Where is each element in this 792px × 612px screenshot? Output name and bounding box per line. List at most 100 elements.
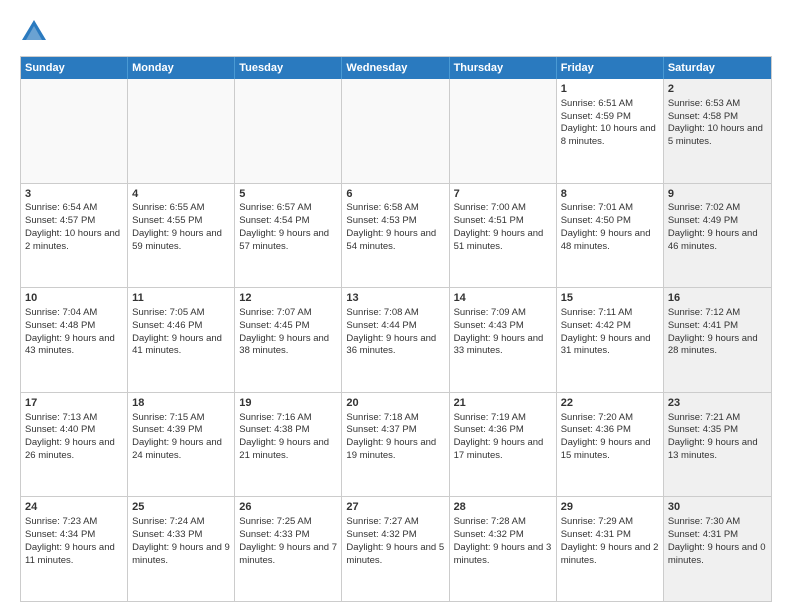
day-number: 14 <box>454 291 552 306</box>
day-info: Sunrise: 6:57 AM Sunset: 4:54 PM Dayligh… <box>239 202 329 251</box>
day-number: 22 <box>561 396 659 411</box>
empty-cell-0-2 <box>235 79 342 183</box>
day-cell-7: 7Sunrise: 7:00 AM Sunset: 4:51 PM Daylig… <box>450 184 557 288</box>
day-cell-14: 14Sunrise: 7:09 AM Sunset: 4:43 PM Dayli… <box>450 288 557 392</box>
page: SundayMondayTuesdayWednesdayThursdayFrid… <box>0 0 792 612</box>
day-info: Sunrise: 7:04 AM Sunset: 4:48 PM Dayligh… <box>25 307 115 356</box>
day-cell-27: 27Sunrise: 7:27 AM Sunset: 4:32 PM Dayli… <box>342 497 449 601</box>
day-cell-20: 20Sunrise: 7:18 AM Sunset: 4:37 PM Dayli… <box>342 393 449 497</box>
day-info: Sunrise: 7:16 AM Sunset: 4:38 PM Dayligh… <box>239 412 329 461</box>
day-info: Sunrise: 7:07 AM Sunset: 4:45 PM Dayligh… <box>239 307 329 356</box>
day-number: 13 <box>346 291 444 306</box>
empty-cell-0-3 <box>342 79 449 183</box>
header <box>20 18 772 46</box>
day-info: Sunrise: 7:01 AM Sunset: 4:50 PM Dayligh… <box>561 202 651 251</box>
day-cell-18: 18Sunrise: 7:15 AM Sunset: 4:39 PM Dayli… <box>128 393 235 497</box>
day-number: 27 <box>346 500 444 515</box>
day-cell-26: 26Sunrise: 7:25 AM Sunset: 4:33 PM Dayli… <box>235 497 342 601</box>
day-info: Sunrise: 7:21 AM Sunset: 4:35 PM Dayligh… <box>668 412 758 461</box>
weekday-header-wednesday: Wednesday <box>342 57 449 79</box>
day-info: Sunrise: 6:53 AM Sunset: 4:58 PM Dayligh… <box>668 98 763 147</box>
day-number: 9 <box>668 187 767 202</box>
calendar-row-1: 3Sunrise: 6:54 AM Sunset: 4:57 PM Daylig… <box>21 183 771 288</box>
day-info: Sunrise: 7:27 AM Sunset: 4:32 PM Dayligh… <box>346 516 444 565</box>
day-info: Sunrise: 6:54 AM Sunset: 4:57 PM Dayligh… <box>25 202 120 251</box>
day-info: Sunrise: 7:05 AM Sunset: 4:46 PM Dayligh… <box>132 307 222 356</box>
day-number: 23 <box>668 396 767 411</box>
day-info: Sunrise: 7:11 AM Sunset: 4:42 PM Dayligh… <box>561 307 651 356</box>
day-cell-11: 11Sunrise: 7:05 AM Sunset: 4:46 PM Dayli… <box>128 288 235 392</box>
day-number: 3 <box>25 187 123 202</box>
day-info: Sunrise: 7:09 AM Sunset: 4:43 PM Dayligh… <box>454 307 544 356</box>
day-info: Sunrise: 7:25 AM Sunset: 4:33 PM Dayligh… <box>239 516 337 565</box>
day-cell-5: 5Sunrise: 6:57 AM Sunset: 4:54 PM Daylig… <box>235 184 342 288</box>
day-number: 30 <box>668 500 767 515</box>
day-number: 28 <box>454 500 552 515</box>
day-cell-13: 13Sunrise: 7:08 AM Sunset: 4:44 PM Dayli… <box>342 288 449 392</box>
day-cell-30: 30Sunrise: 7:30 AM Sunset: 4:31 PM Dayli… <box>664 497 771 601</box>
day-info: Sunrise: 7:19 AM Sunset: 4:36 PM Dayligh… <box>454 412 544 461</box>
day-cell-1: 1Sunrise: 6:51 AM Sunset: 4:59 PM Daylig… <box>557 79 664 183</box>
empty-cell-0-4 <box>450 79 557 183</box>
day-number: 25 <box>132 500 230 515</box>
day-info: Sunrise: 7:29 AM Sunset: 4:31 PM Dayligh… <box>561 516 659 565</box>
day-number: 10 <box>25 291 123 306</box>
day-number: 11 <box>132 291 230 306</box>
calendar-row-3: 17Sunrise: 7:13 AM Sunset: 4:40 PM Dayli… <box>21 392 771 497</box>
day-cell-25: 25Sunrise: 7:24 AM Sunset: 4:33 PM Dayli… <box>128 497 235 601</box>
day-info: Sunrise: 7:12 AM Sunset: 4:41 PM Dayligh… <box>668 307 758 356</box>
day-info: Sunrise: 6:58 AM Sunset: 4:53 PM Dayligh… <box>346 202 436 251</box>
day-cell-24: 24Sunrise: 7:23 AM Sunset: 4:34 PM Dayli… <box>21 497 128 601</box>
day-info: Sunrise: 7:30 AM Sunset: 4:31 PM Dayligh… <box>668 516 766 565</box>
day-cell-8: 8Sunrise: 7:01 AM Sunset: 4:50 PM Daylig… <box>557 184 664 288</box>
logo <box>20 18 52 46</box>
day-number: 29 <box>561 500 659 515</box>
day-info: Sunrise: 7:20 AM Sunset: 4:36 PM Dayligh… <box>561 412 651 461</box>
day-number: 19 <box>239 396 337 411</box>
calendar-row-2: 10Sunrise: 7:04 AM Sunset: 4:48 PM Dayli… <box>21 287 771 392</box>
calendar: SundayMondayTuesdayWednesdayThursdayFrid… <box>20 56 772 602</box>
day-number: 26 <box>239 500 337 515</box>
day-cell-10: 10Sunrise: 7:04 AM Sunset: 4:48 PM Dayli… <box>21 288 128 392</box>
day-cell-15: 15Sunrise: 7:11 AM Sunset: 4:42 PM Dayli… <box>557 288 664 392</box>
day-number: 4 <box>132 187 230 202</box>
day-cell-16: 16Sunrise: 7:12 AM Sunset: 4:41 PM Dayli… <box>664 288 771 392</box>
day-number: 16 <box>668 291 767 306</box>
weekday-header-sunday: Sunday <box>21 57 128 79</box>
day-cell-2: 2Sunrise: 6:53 AM Sunset: 4:58 PM Daylig… <box>664 79 771 183</box>
day-number: 8 <box>561 187 659 202</box>
day-number: 2 <box>668 82 767 97</box>
empty-cell-0-0 <box>21 79 128 183</box>
day-info: Sunrise: 7:15 AM Sunset: 4:39 PM Dayligh… <box>132 412 222 461</box>
day-number: 20 <box>346 396 444 411</box>
day-cell-12: 12Sunrise: 7:07 AM Sunset: 4:45 PM Dayli… <box>235 288 342 392</box>
day-info: Sunrise: 6:55 AM Sunset: 4:55 PM Dayligh… <box>132 202 222 251</box>
calendar-header: SundayMondayTuesdayWednesdayThursdayFrid… <box>21 57 771 79</box>
day-number: 5 <box>239 187 337 202</box>
day-number: 15 <box>561 291 659 306</box>
calendar-body: 1Sunrise: 6:51 AM Sunset: 4:59 PM Daylig… <box>21 79 771 601</box>
day-info: Sunrise: 7:08 AM Sunset: 4:44 PM Dayligh… <box>346 307 436 356</box>
day-cell-29: 29Sunrise: 7:29 AM Sunset: 4:31 PM Dayli… <box>557 497 664 601</box>
day-cell-4: 4Sunrise: 6:55 AM Sunset: 4:55 PM Daylig… <box>128 184 235 288</box>
day-info: Sunrise: 7:00 AM Sunset: 4:51 PM Dayligh… <box>454 202 544 251</box>
day-cell-28: 28Sunrise: 7:28 AM Sunset: 4:32 PM Dayli… <box>450 497 557 601</box>
day-info: Sunrise: 7:23 AM Sunset: 4:34 PM Dayligh… <box>25 516 115 565</box>
day-number: 24 <box>25 500 123 515</box>
day-cell-6: 6Sunrise: 6:58 AM Sunset: 4:53 PM Daylig… <box>342 184 449 288</box>
calendar-row-4: 24Sunrise: 7:23 AM Sunset: 4:34 PM Dayli… <box>21 496 771 601</box>
day-info: Sunrise: 7:28 AM Sunset: 4:32 PM Dayligh… <box>454 516 552 565</box>
day-cell-9: 9Sunrise: 7:02 AM Sunset: 4:49 PM Daylig… <box>664 184 771 288</box>
day-number: 6 <box>346 187 444 202</box>
day-cell-19: 19Sunrise: 7:16 AM Sunset: 4:38 PM Dayli… <box>235 393 342 497</box>
calendar-row-0: 1Sunrise: 6:51 AM Sunset: 4:59 PM Daylig… <box>21 79 771 183</box>
weekday-header-thursday: Thursday <box>450 57 557 79</box>
empty-cell-0-1 <box>128 79 235 183</box>
day-cell-23: 23Sunrise: 7:21 AM Sunset: 4:35 PM Dayli… <box>664 393 771 497</box>
day-info: Sunrise: 7:18 AM Sunset: 4:37 PM Dayligh… <box>346 412 436 461</box>
day-info: Sunrise: 7:24 AM Sunset: 4:33 PM Dayligh… <box>132 516 230 565</box>
day-number: 7 <box>454 187 552 202</box>
day-cell-17: 17Sunrise: 7:13 AM Sunset: 4:40 PM Dayli… <box>21 393 128 497</box>
weekday-header-tuesday: Tuesday <box>235 57 342 79</box>
weekday-header-monday: Monday <box>128 57 235 79</box>
